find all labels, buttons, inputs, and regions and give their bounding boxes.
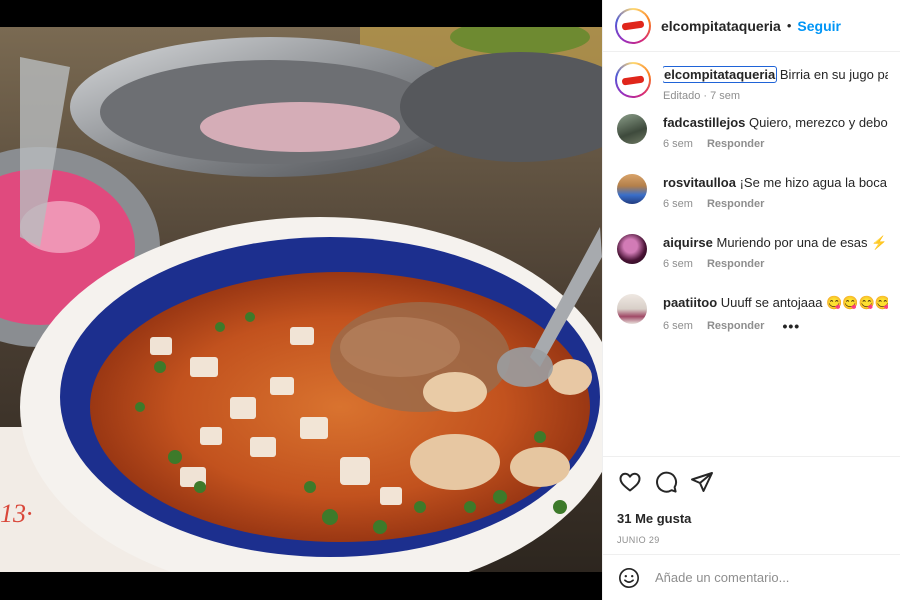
author-username[interactable]: elcompitataqueria	[661, 18, 781, 34]
comment-text: Quiero, merezco y debo!! C	[749, 115, 888, 130]
comments-list[interactable]: elcompitataqueria Birria en su jugo pa l…	[603, 52, 900, 456]
svg-text:13·: 13·	[0, 499, 33, 528]
comment-age[interactable]: 6 sem	[663, 198, 693, 210]
comment-age[interactable]: 6 sem	[663, 320, 693, 332]
author-avatar[interactable]	[615, 7, 651, 44]
reply-button[interactable]: Responder	[707, 198, 764, 210]
caption-username[interactable]: elcompitataqueria	[663, 66, 778, 83]
commenter-avatar[interactable]	[617, 234, 647, 264]
comment-username[interactable]: fadcastillejos	[663, 115, 745, 130]
caption-meta: Editado · 7 sem	[663, 90, 888, 102]
commenter-avatar[interactable]	[617, 114, 647, 144]
comment-item: aiquirse Muriendo por una de esas ⚡⚡⚡ 6 …	[603, 232, 900, 292]
share-icon[interactable]	[689, 469, 715, 495]
comment-username[interactable]: paatiitoo	[663, 295, 717, 310]
post-photo[interactable]: 13·	[0, 27, 602, 572]
comment-age[interactable]: 6 sem	[663, 258, 693, 270]
caption-author-avatar[interactable]	[615, 62, 651, 98]
post-media: 13·	[0, 0, 602, 600]
post-date: JUNIO 29	[617, 535, 660, 545]
food-photo-illustration: 13·	[0, 27, 602, 572]
post-actions: 31 Me gusta JUNIO 29	[603, 456, 900, 545]
commenter-avatar[interactable]	[617, 174, 647, 204]
comment-text: Muriendo por una de esas ⚡⚡⚡	[716, 235, 888, 250]
reply-button[interactable]: Responder	[707, 320, 764, 332]
edited-label: Editado	[663, 90, 701, 102]
comment-username[interactable]: aiquirse	[663, 235, 713, 250]
comment-username[interactable]: rosvitaulloa	[663, 175, 736, 190]
likes-count[interactable]: 31 Me gusta	[617, 511, 887, 526]
comment-input[interactable]	[655, 570, 885, 585]
header-separator: •	[786, 18, 792, 33]
caption-meta-separator: ·	[703, 90, 708, 102]
taqueria-logo	[619, 66, 647, 94]
comment-icon[interactable]	[653, 469, 679, 495]
comment-item: fadcastillejos Quiero, merezco y debo!! …	[603, 112, 900, 172]
caption-text: Birria en su jugo pa la	[779, 67, 888, 82]
comment-age[interactable]: 6 sem	[663, 138, 693, 150]
comment-item: rosvitaulloa ¡Se me hizo agua la boca! 6…	[603, 172, 900, 232]
reply-button[interactable]: Responder	[707, 138, 764, 150]
post-side-panel: elcompitataqueria • Seguir elcompitataqu…	[602, 0, 900, 600]
comment-text: Uuuff se antojaaa 😋😋😋😋😋	[720, 295, 888, 310]
comment-text: ¡Se me hizo agua la boca!	[739, 175, 888, 190]
more-options-icon[interactable]: •••	[782, 318, 800, 334]
post-caption: elcompitataqueria Birria en su jugo pa l…	[603, 62, 900, 112]
caption-age[interactable]: 7 sem	[710, 90, 740, 102]
emoji-icon[interactable]	[617, 566, 641, 590]
commenter-avatar[interactable]	[617, 294, 647, 324]
post-header: elcompitataqueria • Seguir	[603, 0, 900, 52]
follow-button[interactable]: Seguir	[797, 18, 841, 34]
reply-button[interactable]: Responder	[707, 258, 764, 270]
add-comment-bar	[603, 554, 900, 600]
comment-item: paatiitoo Uuuff se antojaaa 😋😋😋😋😋 6 sem …	[603, 292, 900, 352]
taqueria-logo	[619, 11, 647, 40]
heart-icon[interactable]	[617, 469, 643, 495]
